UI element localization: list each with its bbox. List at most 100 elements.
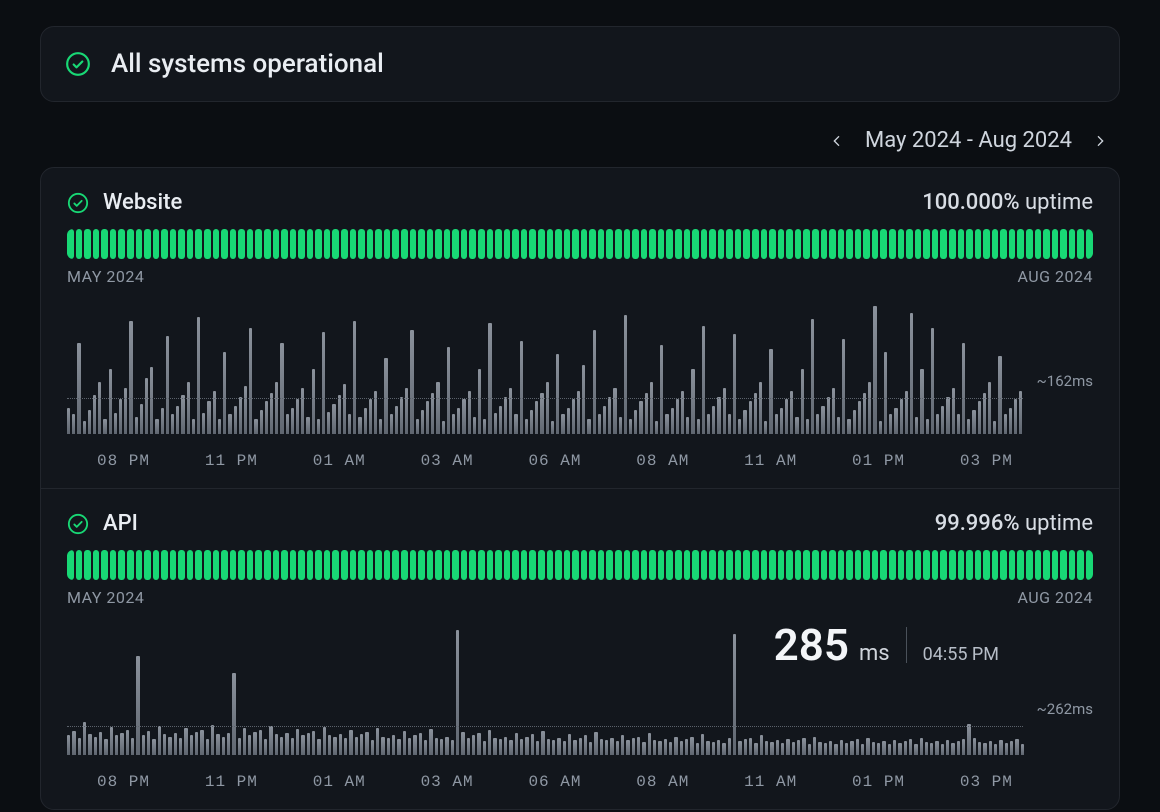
latency-bar[interactable] [813,737,816,755]
latency-bar[interactable] [858,401,861,434]
uptime-day-segment[interactable] [136,550,143,580]
uptime-day-segment[interactable] [1069,229,1076,259]
uptime-day-segment[interactable] [983,550,990,580]
latency-bar[interactable] [413,735,416,755]
uptime-day-segment[interactable] [375,550,382,580]
uptime-day-segment[interactable] [144,550,151,580]
uptime-day-segment[interactable] [161,229,168,259]
uptime-day-segment[interactable] [838,550,845,580]
latency-bar[interactable] [421,410,424,434]
uptime-day-segment[interactable] [367,229,374,259]
latency-bar[interactable] [184,728,187,755]
latency-bar[interactable] [866,738,869,755]
uptime-day-segment[interactable] [641,229,648,259]
latency-bar[interactable] [920,738,923,755]
latency-bar[interactable] [754,393,757,434]
latency-bar[interactable] [374,391,377,434]
latency-bar[interactable] [515,733,518,755]
uptime-day-segment[interactable] [110,229,117,259]
latency-bar[interactable] [416,419,419,434]
uptime-day-segment[interactable] [940,550,947,580]
uptime-day-segment[interactable] [778,229,785,259]
uptime-day-segment[interactable] [435,229,442,259]
uptime-day-segment[interactable] [444,229,451,259]
latency-bar[interactable] [957,414,960,434]
uptime-day-segment[interactable] [504,550,511,580]
uptime-day-segment[interactable] [889,229,896,259]
latency-bar[interactable] [379,419,382,434]
latency-bar[interactable] [557,738,560,755]
latency-bar[interactable] [327,412,330,434]
latency-bar[interactable] [429,729,432,755]
uptime-day-segment[interactable] [255,550,262,580]
latency-bar[interactable] [624,315,627,434]
latency-bar[interactable] [587,419,590,434]
latency-bar[interactable] [691,369,694,434]
uptime-day-segment[interactable] [461,229,468,259]
latency-bar[interactable] [317,419,320,434]
latency-bar[interactable] [707,414,710,434]
latency-bar[interactable] [619,417,622,434]
uptime-day-segment[interactable] [1060,550,1067,580]
uptime-day-segment[interactable] [324,229,331,259]
uptime-day-segment[interactable] [264,229,271,259]
latency-bar[interactable] [307,733,310,755]
latency-bar[interactable] [392,735,395,755]
latency-bar[interactable] [785,399,788,434]
latency-bar[interactable] [888,744,891,755]
latency-bar[interactable] [77,343,80,434]
uptime-day-segment[interactable] [675,550,682,580]
latency-bar[interactable] [629,419,632,434]
uptime-day-segment[interactable] [880,229,887,259]
latency-bar[interactable] [816,414,819,434]
latency-bar[interactable] [598,414,601,434]
uptime-day-segment[interactable] [529,229,536,259]
uptime-day-segment[interactable] [726,550,733,580]
service-name[interactable]: API [103,511,138,536]
uptime-day-segment[interactable] [684,229,691,259]
uptime-day-segment[interactable] [153,550,160,580]
latency-bar[interactable] [520,341,523,434]
latency-bar[interactable] [142,735,145,755]
latency-bar[interactable] [248,735,251,755]
uptime-day-segment[interactable] [281,550,288,580]
latency-bar[interactable] [863,393,866,434]
latency-bar[interactable] [239,397,242,434]
latency-bar[interactable] [568,734,571,755]
uptime-day-segment[interactable] [829,229,836,259]
next-range-button[interactable] [1090,131,1110,151]
uptime-day-segment[interactable] [529,550,536,580]
latency-bar[interactable] [873,306,876,434]
latency-bar[interactable] [531,734,534,755]
latency-bar[interactable] [1021,744,1024,755]
uptime-day-segment[interactable] [418,229,425,259]
uptime-day-segment[interactable] [752,229,759,259]
latency-bar[interactable] [861,744,864,755]
uptime-day-segment[interactable] [992,550,999,580]
uptime-day-segment[interactable] [127,550,134,580]
uptime-day-segment[interactable] [786,550,793,580]
uptime-day-segment[interactable] [846,550,853,580]
latency-bar[interactable] [176,406,179,434]
uptime-day-segment[interactable] [76,550,83,580]
latency-bar[interactable] [190,735,193,755]
uptime-day-segment[interactable] [238,229,245,259]
latency-bar[interactable] [702,326,705,434]
uptime-day-segment[interactable] [718,229,725,259]
latency-bar[interactable] [431,393,434,434]
latency-bar[interactable] [259,730,262,755]
latency-bar[interactable] [195,732,198,755]
latency-bar[interactable] [442,421,445,434]
latency-bar[interactable] [759,382,762,434]
uptime-day-segment[interactable] [153,229,160,259]
uptime-day-segment[interactable] [709,550,716,580]
latency-bar[interactable] [717,397,720,434]
latency-bar[interactable] [333,737,336,755]
latency-bar[interactable] [369,399,372,434]
uptime-day-segment[interactable] [332,229,339,259]
latency-bar[interactable] [275,734,278,755]
latency-bar[interactable] [286,414,289,434]
latency-bar[interactable] [509,388,512,434]
latency-bar[interactable] [211,725,214,755]
latency-bar[interactable] [898,743,901,755]
